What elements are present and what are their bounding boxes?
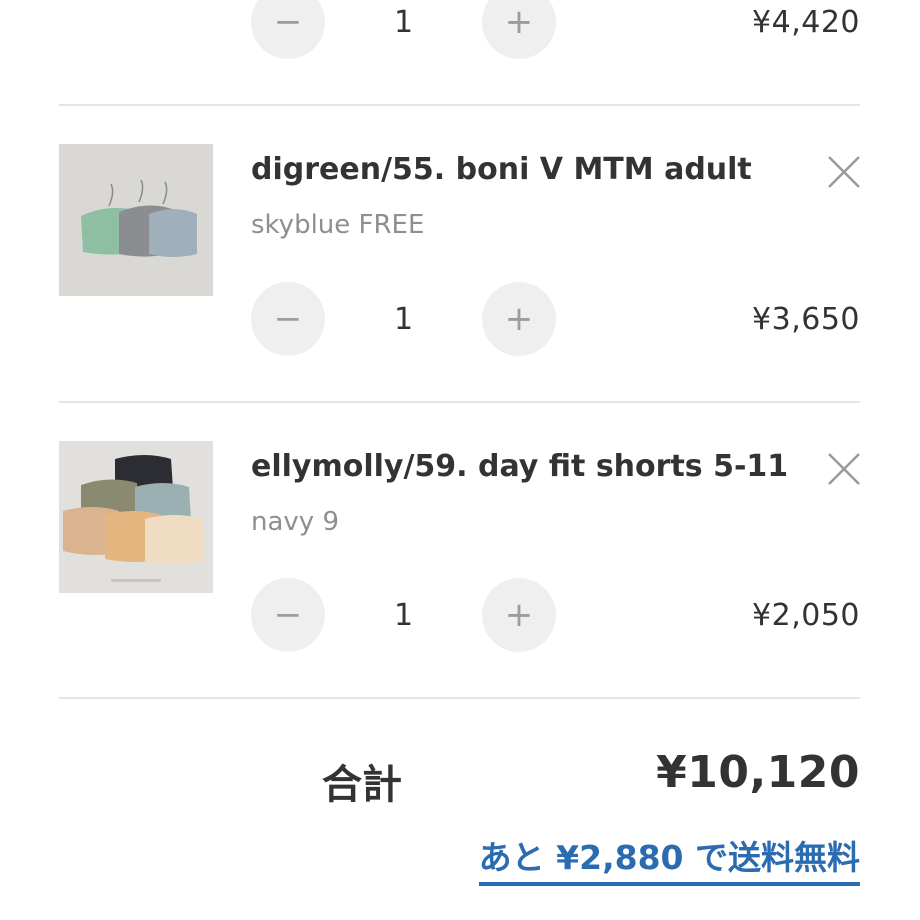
minus-icon: − [273,299,303,339]
remove-item-button[interactable] [825,450,863,488]
increment-button[interactable]: + [482,282,556,356]
quantity-value: 1 [393,4,414,40]
product-thumbnail[interactable] [59,441,213,593]
product-title[interactable]: ellymolly/59. day fit shorts 5-11 [251,449,788,484]
minus-icon: − [273,595,303,635]
total-label: 合計 [322,762,402,808]
increment-button[interactable]: + [482,0,556,59]
product-variant: skyblue FREE [251,210,425,240]
product-thumbnail[interactable] [59,144,213,296]
total-value: ¥10,120 [656,747,860,798]
decrement-button[interactable]: − [251,0,325,59]
increment-button[interactable]: + [482,578,556,652]
close-icon [828,453,860,485]
product-variant: navy 9 [251,507,339,537]
quantity-value: 1 [393,301,414,337]
quantity-value: 1 [393,597,414,633]
cart-item-2-quantity-row: − 1 + ¥3,650 [251,282,860,356]
product-title[interactable]: digreen/55. boni V MTM adult [251,152,752,187]
decrement-button[interactable]: − [251,282,325,356]
cart-page: − 1 + ¥4,420 digreen/55. boni V MTM adul… [0,0,920,920]
divider [59,401,860,403]
item-price: ¥3,650 [752,301,860,337]
item-price: ¥4,420 [752,4,860,40]
divider [59,104,860,106]
close-icon [828,156,860,188]
remove-item-button[interactable] [825,153,863,191]
cart-item-1-quantity-row: − 1 + ¥4,420 [251,0,860,59]
decrement-button[interactable]: − [251,578,325,652]
plus-icon: + [504,2,534,42]
cart-item-3-quantity-row: − 1 + ¥2,050 [251,578,860,652]
minus-icon: − [273,2,303,42]
plus-icon: + [504,595,534,635]
free-shipping-message[interactable]: あと ¥2,880 で送料無料 [478,839,860,887]
divider [59,697,860,699]
plus-icon: + [504,299,534,339]
item-price: ¥2,050 [752,597,860,633]
